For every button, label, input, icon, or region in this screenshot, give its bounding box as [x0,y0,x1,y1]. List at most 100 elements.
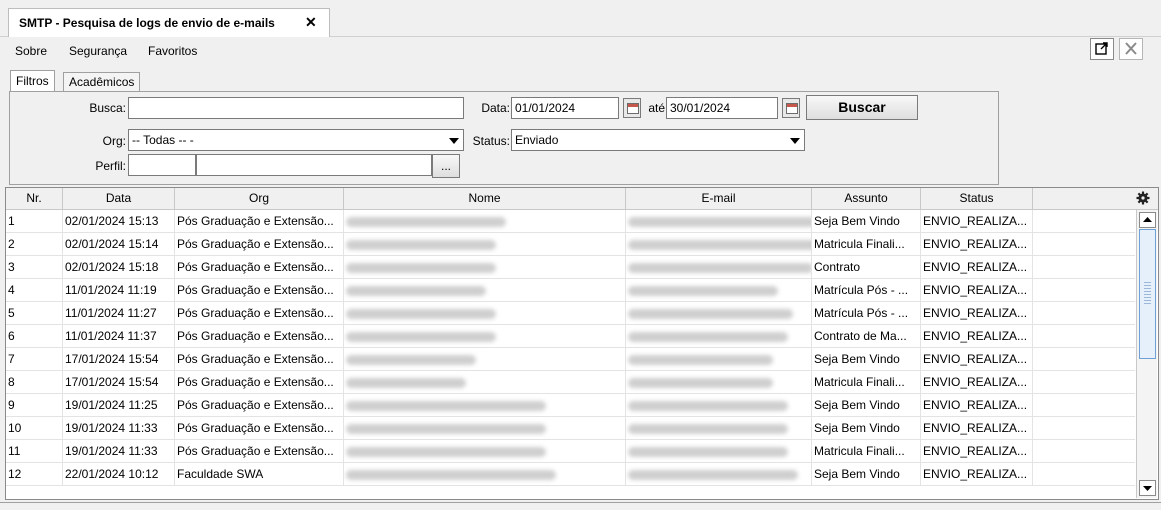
cell-data: 11/01/2024 11:37 [63,325,175,347]
calendar-to-icon[interactable] [782,98,800,118]
col-org[interactable]: Org [175,188,344,209]
table-row[interactable]: 7 17/01/2024 15:54 Pós Graduação e Extensã… [6,348,1135,371]
table-row[interactable]: 12 22/01/2024 10:12 Faculdade SWA Seja Bem … [6,463,1135,486]
cell-org: Pós Graduação e Extensão... [175,256,344,278]
org-select-value: -- Todas -- - [132,133,194,147]
table-row[interactable]: 6 11/01/2024 11:37 Pós Graduação e Extensã… [6,325,1135,348]
buscar-button[interactable]: Buscar [806,95,918,120]
cell-nome [344,348,626,370]
col-nome[interactable]: Nome [344,188,626,209]
table-header: Nr. Data Org Nome E-mail Assunto Status [6,188,1158,210]
col-assunto[interactable]: Assunto [812,188,921,209]
cell-assunto: Matrícula Pós - ... [812,302,921,324]
col-nr[interactable]: Nr. [6,188,63,209]
cell-nome [344,210,626,232]
cell-assunto: Seja Bem Vindo [812,463,921,485]
table-row[interactable]: 1 02/01/2024 15:13 Pós Graduação e Extensã… [6,210,1135,233]
cell-nome [344,440,626,462]
col-data[interactable]: Data [63,188,175,209]
tab-filtros-label: Filtros [16,74,49,88]
redacted-text [628,400,788,411]
redacted-text [628,308,793,319]
cell-data: 11/01/2024 11:27 [63,302,175,324]
cell-nr: 12 [6,463,63,485]
cell-nome [344,256,626,278]
redacted-text [628,331,788,342]
cell-assunto: Seja Bem Vindo [812,417,921,439]
window-tab-close-icon[interactable]: ✕ [305,14,317,31]
cell-assunto: Matricula Finali... [812,233,921,255]
redacted-text [628,469,798,480]
perfil-code-input[interactable] [128,154,196,176]
cell-email [626,348,812,370]
table-row[interactable]: 3 02/01/2024 15:18 Pós Graduação e Extensã… [6,256,1135,279]
popout-icon[interactable] [1090,38,1114,60]
redacted-text [628,262,811,273]
calendar-from-icon[interactable] [623,98,641,118]
vertical-scrollbar[interactable] [1136,210,1157,498]
col-email[interactable]: E-mail [626,188,812,209]
cell-status: ENVIO_REALIZA... [921,463,1033,485]
title-bar: SMTP - Pesquisa de logs de envio de e-ma… [0,0,1161,37]
redacted-text [346,262,496,273]
gear-icon[interactable] [1136,191,1154,206]
window-tab[interactable]: SMTP - Pesquisa de logs de envio de e-ma… [8,8,330,37]
table-row[interactable]: 2 02/01/2024 15:14 Pós Graduação e Extensã… [6,233,1135,256]
table-body: 1 02/01/2024 15:13 Pós Graduação e Extensã… [6,210,1135,486]
close-window-icon[interactable] [1119,38,1143,60]
status-label: Status: [472,134,510,148]
table-row[interactable]: 10 19/01/2024 11:33 Pós Graduação e Extens… [6,417,1135,440]
cell-status: ENVIO_REALIZA... [921,440,1033,462]
cell-nome [344,463,626,485]
scroll-down-icon[interactable] [1139,480,1156,496]
cell-email [626,210,812,232]
scroll-grip [1144,282,1151,304]
status-select[interactable]: Enviado [511,129,805,151]
tab-academicos[interactable]: Acadêmicos [63,72,141,91]
cell-assunto: Matricula Finali... [812,440,921,462]
menu-favoritos[interactable]: Favoritos [148,44,197,58]
redacted-text [346,239,496,250]
cell-nome [344,233,626,255]
cell-assunto: Matrícula Pós - ... [812,279,921,301]
table-row[interactable]: 11 19/01/2024 11:33 Pós Graduação e Extens… [6,440,1135,463]
perfil-lookup-button[interactable]: ... [432,154,460,178]
status-select-value: Enviado [515,133,559,147]
window-tab-title: SMTP - Pesquisa de logs de envio de e-ma… [19,16,275,30]
cell-status: ENVIO_REALIZA... [921,394,1033,416]
redacted-text [628,216,811,227]
table-row[interactable]: 5 11/01/2024 11:27 Pós Graduação e Extensã… [6,302,1135,325]
menu-seguranca[interactable]: Segurança [69,44,127,58]
tab-academicos-label: Acadêmicos [69,75,135,89]
redacted-text [628,446,788,457]
tab-filtros[interactable]: Filtros [10,70,55,92]
cell-status: ENVIO_REALIZA... [921,279,1033,301]
col-status[interactable]: Status [921,188,1033,209]
date-to-input[interactable]: 30/01/2024 [666,97,778,119]
scroll-up-icon[interactable] [1139,212,1156,228]
date-from-input[interactable]: 01/01/2024 [511,97,619,119]
table-row[interactable]: 4 11/01/2024 11:19 Pós Graduação e Extensã… [6,279,1135,302]
cell-nr: 5 [6,302,63,324]
cell-email [626,463,812,485]
perfil-name-input[interactable] [196,154,432,176]
chevron-down-icon [790,138,800,144]
redacted-text [346,446,546,457]
redacted-text [628,285,778,296]
ate-label: até [648,101,665,115]
busca-input[interactable] [128,97,464,119]
cell-assunto: Matricula Finali... [812,371,921,393]
org-select[interactable]: -- Todas -- - [128,129,464,151]
results-table: Nr. Data Org Nome E-mail Assunto Status … [5,187,1159,500]
cell-email [626,440,812,462]
table-row[interactable]: 8 17/01/2024 15:54 Pós Graduação e Extensã… [6,371,1135,394]
cell-nr: 8 [6,371,63,393]
scroll-thumb[interactable] [1139,229,1156,359]
cell-org: Pós Graduação e Extensão... [175,371,344,393]
cell-nr: 4 [6,279,63,301]
cell-org: Pós Graduação e Extensão... [175,440,344,462]
cell-status: ENVIO_REALIZA... [921,302,1033,324]
menu-sobre[interactable]: Sobre [15,44,47,58]
cell-data: 02/01/2024 15:14 [63,233,175,255]
table-row[interactable]: 9 19/01/2024 11:25 Pós Graduação e Extensã… [6,394,1135,417]
